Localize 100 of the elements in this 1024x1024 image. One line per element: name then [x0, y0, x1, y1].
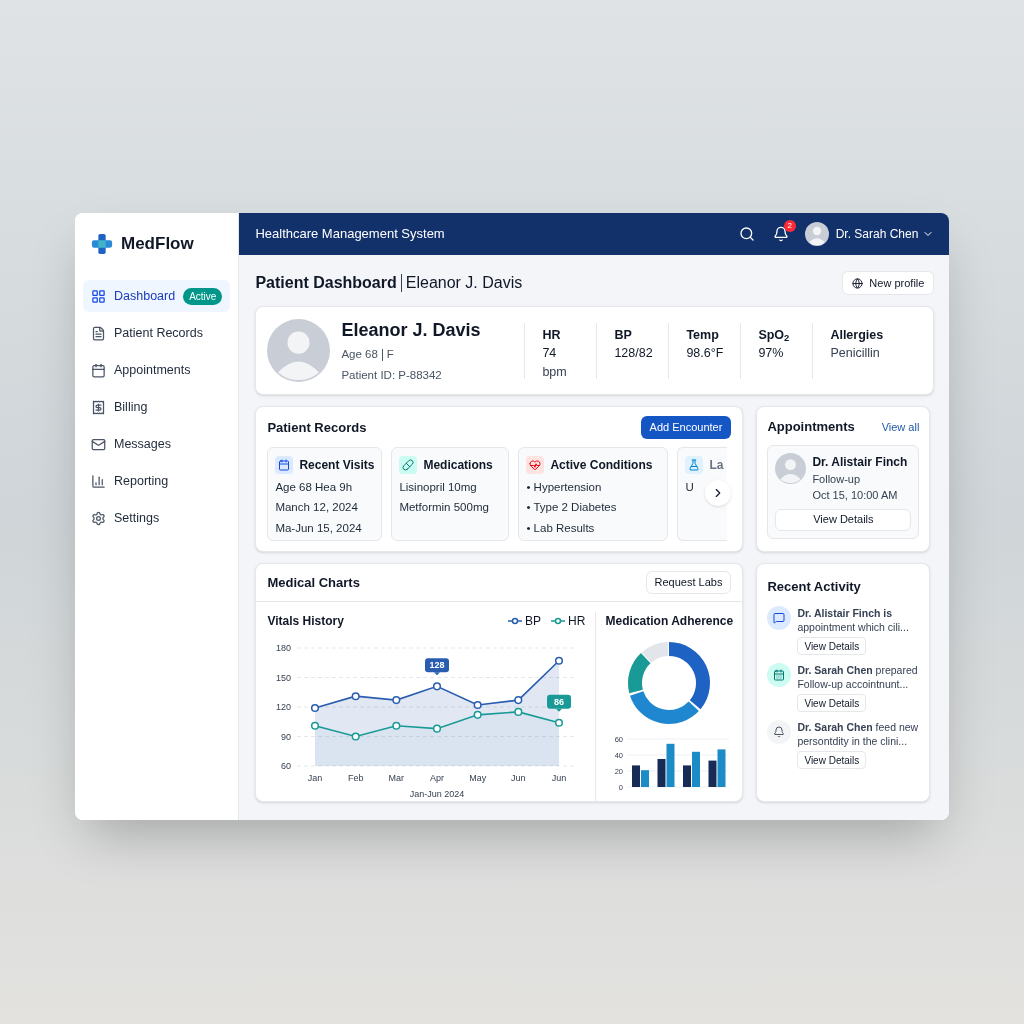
sidebar-item[interactable]: Reporting	[83, 465, 231, 497]
legend-label: HR	[568, 613, 586, 630]
axis-tick-label: Apr	[430, 773, 445, 783]
panel-title: Patient Records	[267, 418, 367, 437]
panel-title: Appointments	[767, 418, 855, 436]
bell-icon	[767, 720, 792, 744]
vital-value: Penicillin	[830, 345, 881, 363]
axis-title: Jan-Jun 2024	[410, 789, 465, 799]
new-profile-button[interactable]: New profile	[842, 271, 935, 295]
request-labs-button[interactable]: Request Labs	[645, 571, 732, 594]
patient-name: Eleanor J. Davis	[341, 319, 482, 343]
panel-title: Recent Activity	[767, 579, 861, 594]
legend-marker-icon	[551, 617, 566, 625]
calendar-icon	[91, 362, 106, 378]
chart-title: Vitals History	[267, 613, 344, 630]
patient-sex: F	[386, 347, 394, 363]
point	[555, 718, 564, 727]
record-card-title: Medications	[423, 457, 493, 474]
app-logo-text: MedFlow	[121, 232, 194, 255]
record-line: • Lab Results	[526, 520, 595, 536]
view-details-button[interactable]: View Details	[797, 637, 867, 655]
point	[433, 682, 442, 691]
receipt-icon	[91, 399, 106, 415]
add-encounter-button[interactable]: Add Encounter	[640, 416, 732, 439]
vital-label: Allergies	[830, 326, 885, 344]
axis-tick-label: 180	[276, 643, 292, 653]
activity-text: Dr. Sarah Chen prepared Follow-up accointnunt...	[797, 663, 919, 691]
calendar-icon	[767, 663, 792, 687]
vital-label: BP	[614, 326, 633, 344]
bar-chart-icon	[91, 473, 106, 489]
activity-text: Dr. Sarah Chen feed new persontdity in the clini...	[797, 720, 920, 748]
bar	[631, 765, 640, 787]
sidebar-item[interactable]: Billing	[83, 391, 231, 423]
record-line: Lisinopril 10mg	[399, 480, 477, 495]
vital-label: SpO$_{2}$	[758, 326, 791, 345]
settings-icon	[91, 510, 106, 526]
notification-bell-icon[interactable]	[772, 226, 789, 242]
vital-value: 74	[542, 345, 558, 363]
bar	[717, 749, 726, 787]
view-all-link[interactable]: View all	[881, 418, 920, 435]
bar	[640, 770, 649, 787]
point	[474, 710, 483, 719]
axis-tick-label: Jun	[511, 773, 526, 783]
page-subtitle: Eleanor J. Davis	[405, 273, 523, 293]
view-details-button[interactable]: View Details	[797, 751, 867, 769]
axis-tick-label: May	[469, 773, 487, 783]
doctor-name: Dr. Alistair Finch	[812, 453, 908, 471]
point	[514, 696, 523, 705]
legend-marker-icon	[508, 617, 523, 625]
sidebar-item[interactable]: Appointments	[83, 354, 231, 386]
status-badge: Active	[183, 287, 223, 305]
appointment-time: Oct 15, 10:00 AM	[812, 488, 899, 503]
point	[352, 732, 361, 741]
vital-value: 98.6°F	[686, 345, 725, 363]
record-line: • Type 2 Diabetes	[526, 500, 617, 516]
vital-unit: bpm	[542, 364, 568, 381]
activity-text: Dr. Alistair Finch is appointment which cili...	[797, 606, 910, 634]
appointment-type: Follow-up	[812, 471, 862, 487]
point	[392, 696, 401, 705]
sidebar-item[interactable]: Messages	[83, 428, 231, 460]
bar	[708, 760, 717, 787]
header-title: Healthcare Management System	[255, 225, 446, 244]
point	[433, 724, 442, 733]
axis-tick-label: Jun	[552, 773, 567, 783]
legend-label: BP	[525, 613, 542, 630]
doctor-avatar	[775, 452, 807, 484]
view-details-button[interactable]: View Details	[775, 508, 912, 531]
vital-label: HR	[542, 326, 562, 344]
axis-tick-label: Feb	[348, 773, 364, 783]
dashboard-icon	[91, 288, 106, 304]
patient-id: Patient ID: P-88342	[341, 367, 443, 383]
point	[311, 721, 320, 730]
record-card-title: La	[709, 457, 724, 474]
chart-title: Medication Adherence	[605, 613, 734, 630]
sidebar-item[interactable]: Settings	[83, 502, 231, 534]
document-icon	[91, 325, 106, 341]
sidebar-item[interactable]: Patient Records	[83, 317, 231, 349]
point	[555, 656, 564, 665]
calendar-icon	[275, 456, 294, 474]
sidebar-item[interactable]: Dashboard Active	[83, 280, 231, 312]
vital-value: 128/82	[614, 345, 654, 363]
record-line: U	[685, 480, 694, 495]
user-menu[interactable]: Dr. Sarah Chen	[835, 225, 935, 243]
vital-value: 97%	[758, 345, 785, 363]
axis-tick-label: 90	[281, 731, 292, 742]
point	[392, 721, 401, 730]
value-callout: 86	[547, 694, 572, 712]
page-title: Patient Dashboard	[255, 273, 397, 293]
point	[474, 700, 483, 710]
value-callout: 128	[425, 658, 450, 676]
record-line: Age 68 Hea 9h	[275, 480, 353, 495]
axis-tick-label: 60	[281, 761, 292, 771]
axis-tick-label: 150	[276, 672, 292, 683]
message-icon	[767, 606, 792, 630]
annotation: 128	[429, 660, 445, 671]
search-icon[interactable]	[738, 226, 755, 242]
pill-icon	[399, 456, 418, 474]
view-details-button[interactable]: View Details	[797, 694, 867, 712]
patient-photo-placeholder	[267, 319, 331, 382]
logo-icon	[91, 232, 113, 255]
